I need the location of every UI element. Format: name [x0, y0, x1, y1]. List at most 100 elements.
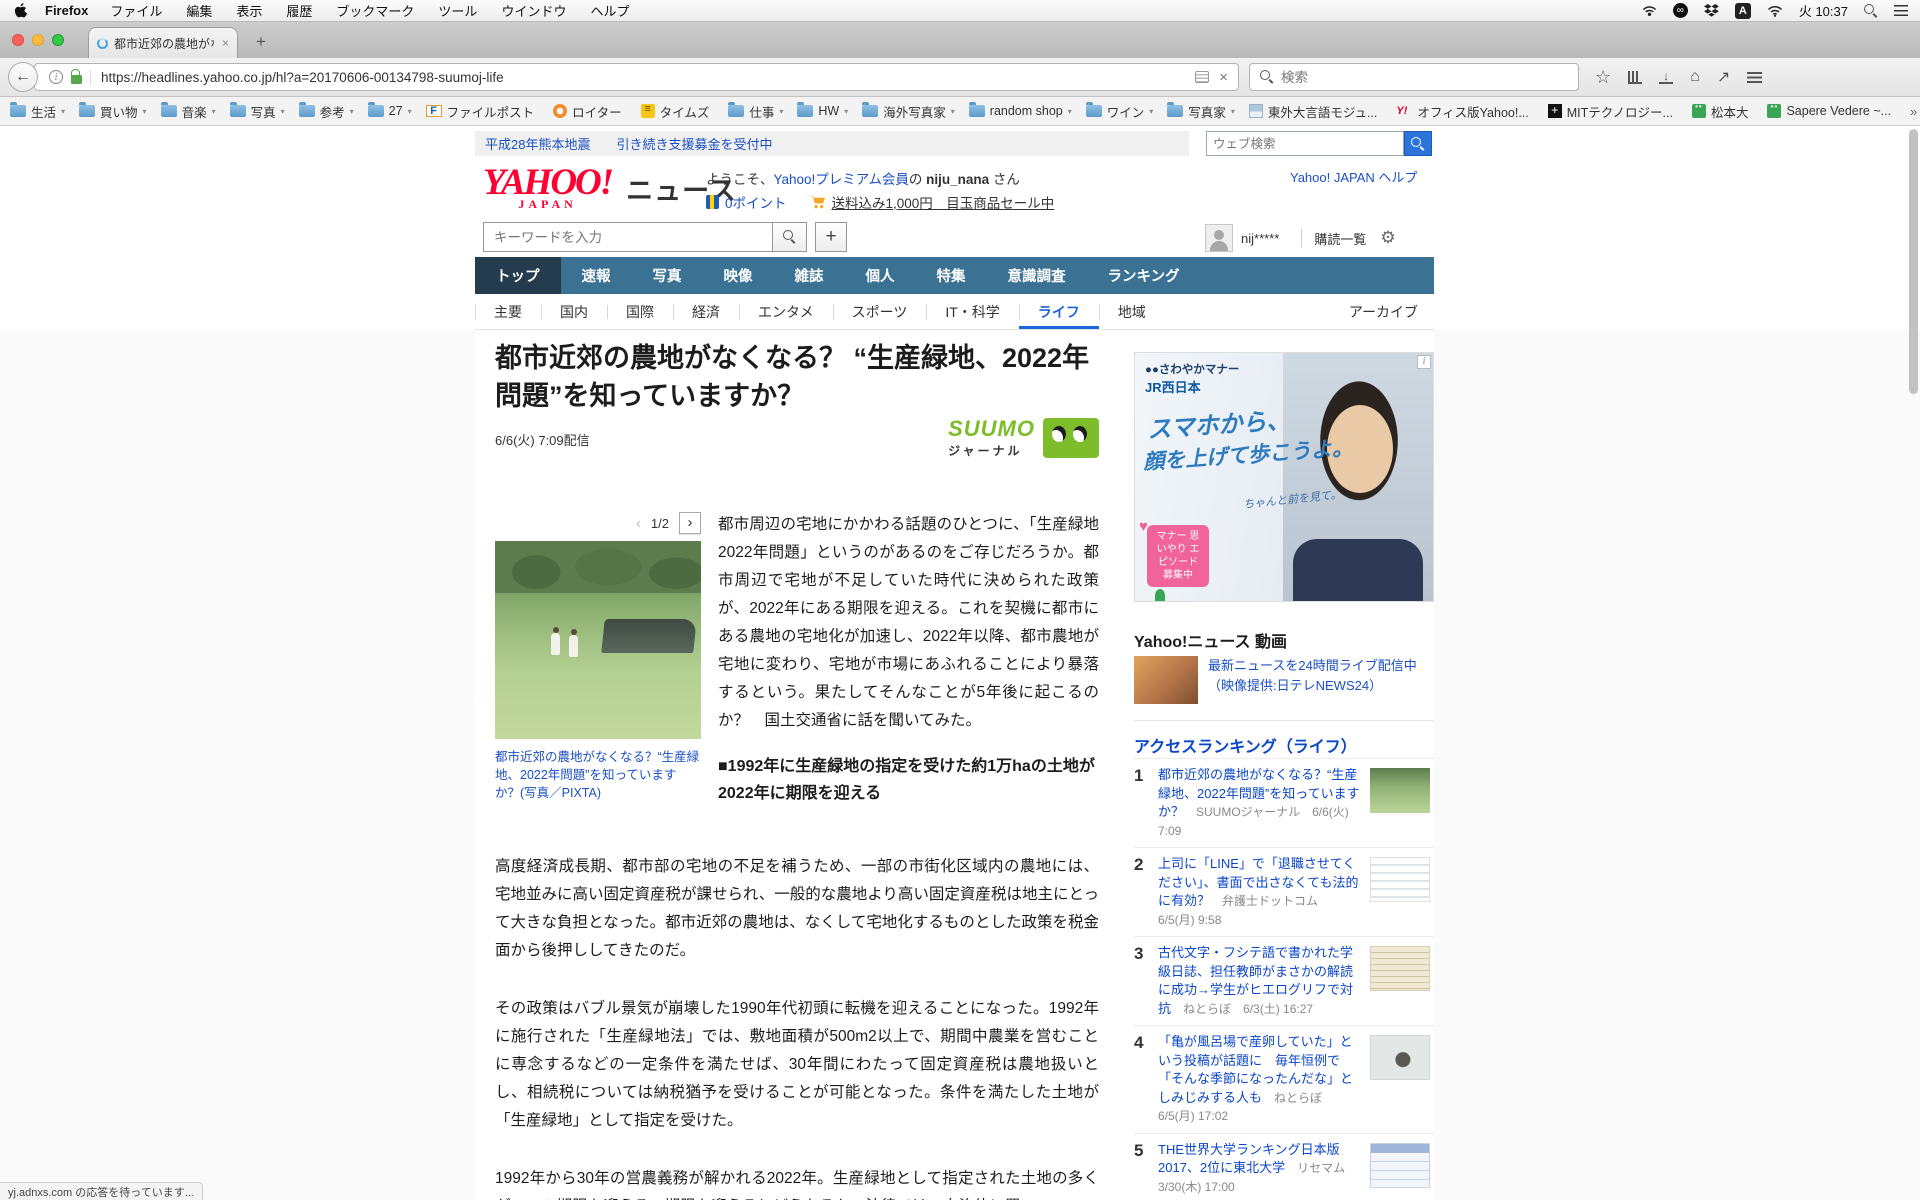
new-tab-button[interactable]: +	[248, 32, 274, 52]
archive-link[interactable]: アーカイブ	[1349, 294, 1418, 329]
page-info-icon[interactable]: i	[49, 70, 63, 84]
user-name[interactable]: nij*****	[1241, 231, 1279, 246]
main-nav-tab[interactable]: 写真	[632, 257, 703, 294]
zoom-window-button[interactable]	[52, 34, 64, 46]
bookmark-item[interactable]: 買い物 ▾	[79, 102, 147, 121]
ranking-item[interactable]: 3 古代文字・フシテ語で書かれた学級日誌、担任教師がまさかの解読に成功→学生がヒエ…	[1134, 936, 1434, 1025]
video-link[interactable]: 最新ニュースを24時間ライブ配信中（映像提供:日テレNEWS24）	[1208, 656, 1434, 704]
bookmark-item[interactable]: オフィス版Yahoo!...	[1396, 102, 1533, 121]
photo-prev-button[interactable]: ‹	[636, 515, 641, 532]
back-button[interactable]: ←	[8, 62, 38, 92]
menubar-menu-item[interactable]: ブックマーク	[336, 4, 414, 19]
menubar-menu-item[interactable]: ファイル	[110, 4, 162, 19]
menubar-menu-item[interactable]: ヘルプ	[590, 4, 629, 19]
bookmark-item[interactable]: Sapere Vedere ~...	[1767, 102, 1896, 118]
menubar-menu-item[interactable]: 編集	[186, 4, 212, 19]
bookmark-star-icon[interactable]: ☆	[1595, 67, 1611, 88]
sub-nav-item[interactable]: スポーツ	[832, 294, 927, 329]
main-nav-tab[interactable]: ランキング	[1087, 257, 1201, 294]
sub-nav-item[interactable]: 国際	[607, 294, 673, 329]
ranking-item[interactable]: 1 都市近郊の農地がなくなる？“生産緑地、2022年問題”を知っていますか？ SU…	[1134, 758, 1434, 847]
keyword-search-button[interactable]	[773, 222, 807, 252]
url-text[interactable]: https://headlines.yahoo.co.jp/hl?a=20170…	[90, 69, 1187, 85]
bookmark-item[interactable]: ワイン ▾	[1085, 102, 1153, 121]
subscription-list-link[interactable]: 購読一覧	[1314, 229, 1366, 248]
sub-nav-item[interactable]: 地域	[1098, 294, 1165, 329]
web-search-button[interactable]	[1404, 131, 1432, 156]
share-icon[interactable]: ↗	[1717, 67, 1730, 87]
sub-nav-item[interactable]: エンタメ	[739, 294, 833, 329]
bookmarks-overflow-chevron[interactable]: »	[1910, 104, 1920, 119]
photo-caption-link[interactable]: 都市近郊の農地がなくなる？“生産緑地、2022年問題”を知っていますか？(写真／…	[495, 748, 701, 802]
avatar[interactable]	[1205, 224, 1233, 252]
sub-nav-item[interactable]: 主要	[475, 294, 541, 329]
minimize-window-button[interactable]	[32, 34, 44, 46]
main-nav-tab[interactable]: 映像	[703, 257, 774, 294]
browser-search-field[interactable]	[1249, 63, 1579, 91]
menubar-app-name[interactable]: Firefox	[45, 3, 88, 18]
reader-mode-icon[interactable]	[1195, 71, 1210, 83]
sub-nav-item[interactable]: 経済	[673, 294, 739, 329]
menubar-menu-item[interactable]: 表示	[236, 4, 262, 19]
bookmark-item[interactable]: ファイルポスト	[425, 102, 540, 121]
creative-cloud-icon[interactable]: ∞	[1672, 3, 1688, 18]
notice-link[interactable]: 引き続き支援募金を受付中	[616, 134, 772, 153]
sub-nav-item[interactable]: 国内	[541, 294, 607, 329]
home-icon[interactable]: ⌂	[1690, 68, 1700, 86]
main-nav-tab[interactable]: 雑誌	[774, 257, 845, 294]
downloads-icon[interactable]: ↓	[1659, 70, 1674, 84]
menubar-clock[interactable]: 火 10:37	[1799, 1, 1848, 20]
bookmark-item[interactable]: 松本大	[1691, 102, 1754, 121]
gear-icon[interactable]: ⚙	[1380, 228, 1395, 248]
browser-tab[interactable]: 都市近郊の農地がなくなる？“ ×	[88, 27, 238, 58]
dropbox-icon[interactable]	[1703, 4, 1719, 17]
scrollbar-thumb[interactable]	[1909, 129, 1918, 394]
stop-load-icon[interactable]: ×	[1217, 69, 1230, 86]
bookmark-item[interactable]: 東外大言語モジュ...	[1248, 102, 1383, 121]
add-search-button[interactable]: +	[815, 222, 847, 252]
source-logo[interactable]: SUUMO ジャーナル	[948, 416, 1099, 459]
wifi-icon[interactable]	[1767, 5, 1783, 17]
main-nav-tab[interactable]: 特集	[916, 257, 987, 294]
input-source-icon[interactable]: A	[1734, 2, 1751, 19]
sub-nav-item[interactable]: ライフ	[1018, 294, 1099, 329]
library-icon[interactable]	[1628, 70, 1643, 84]
premium-member-link[interactable]: Yahoo!プレミアム会員	[774, 172, 909, 187]
video-item[interactable]: 最新ニュースを24時間ライブ配信中（映像提供:日テレNEWS24）	[1134, 656, 1434, 704]
keyword-search-input[interactable]	[483, 222, 773, 252]
ad-banner[interactable]: ●●さわやかマナー JR西日本 スマホから、 顔を上げて歩こうよ。 ちゃんと前を…	[1134, 352, 1434, 602]
bookmark-item[interactable]: 参考 ▾	[298, 102, 354, 121]
bookmark-item[interactable]: 仕事 ▾	[728, 102, 783, 121]
main-nav-tab[interactable]: 速報	[561, 257, 632, 294]
browser-search-input[interactable]	[1281, 69, 1568, 85]
yahoo-help-link[interactable]: Yahoo! JAPAN ヘルプ	[1290, 170, 1417, 185]
sub-nav-item[interactable]: IT・科学	[926, 294, 1018, 329]
ranking-item[interactable]: 5 THE世界大学ランキング日本版2017、2位に東北大学 リセマム 3/30(木…	[1134, 1132, 1434, 1200]
main-nav-tab[interactable]: 個人	[845, 257, 916, 294]
bookmark-item[interactable]: 音楽 ▾	[160, 102, 216, 121]
bookmark-item[interactable]: 写真 ▾	[229, 102, 285, 121]
web-search-input[interactable]	[1206, 131, 1404, 156]
main-nav-tab[interactable]: 意識調査	[987, 257, 1087, 294]
bookmark-item[interactable]: 海外写真家 ▾	[862, 102, 955, 121]
ad-info-icon[interactable]: i	[1417, 355, 1431, 369]
close-window-button[interactable]	[12, 34, 24, 46]
notice-link[interactable]: 平成28年熊本地震	[485, 134, 590, 153]
spotlight-search-icon[interactable]	[1864, 3, 1878, 18]
bookmark-item[interactable]: 写真家 ▾	[1167, 102, 1235, 121]
menu-hamburger-icon[interactable]	[1747, 71, 1763, 83]
notification-center-icon[interactable]	[1894, 5, 1908, 16]
photo-next-button[interactable]: ›	[679, 512, 701, 534]
bookmark-item[interactable]: random shop ▾	[968, 102, 1072, 118]
tab-close-icon[interactable]: ×	[222, 36, 229, 50]
menubar-menu-item[interactable]: 履歴	[286, 4, 312, 19]
article-photo[interactable]	[495, 541, 701, 739]
bookmark-item[interactable]: 27 ▾	[367, 102, 412, 118]
bookmark-item[interactable]: ロイター	[553, 102, 627, 121]
bookmark-item[interactable]: MITテクノロジー...	[1547, 102, 1678, 121]
ranking-item[interactable]: 4 「亀が風呂場で産卵していた」という投稿が話題に 毎年恒例で「そんな季節になった…	[1134, 1025, 1434, 1133]
points-link[interactable]: 0ポイント	[725, 192, 787, 212]
promo-link[interactable]: 送料込み1,000円 目玉商品セール中	[832, 192, 1055, 212]
bookmark-item[interactable]: タイムズ	[640, 102, 715, 121]
apple-menu[interactable]	[14, 3, 27, 18]
